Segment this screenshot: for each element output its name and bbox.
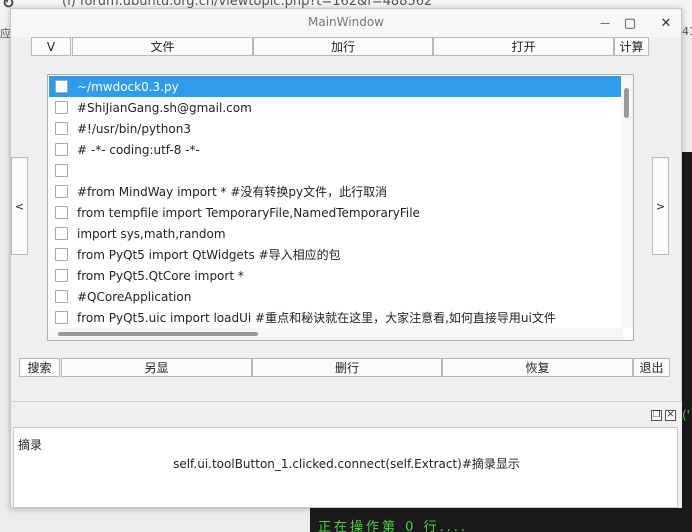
list-item-text: from PyQt5.uic import loadUi #重点和秘诀就在这里，… — [77, 311, 556, 325]
extract-code: self.ui.toolButton_1.clicked.connect(sel… — [173, 457, 520, 471]
list-item[interactable]: from PyQt5.uic import loadUi #重点和秘诀就在这里，… — [49, 307, 622, 328]
extract-text-area[interactable]: 摘录 self.ui.toolButton_1.clicked.connect(… — [13, 427, 678, 508]
list-item[interactable]: #ShiJianGang.sh@gmail.com — [49, 97, 622, 118]
list-item-checkbox[interactable] — [55, 227, 68, 240]
list-item-checkbox[interactable] — [55, 290, 68, 303]
list-item[interactable]: #from MindWay import * #没有转换py文件，此行取消 — [49, 181, 622, 202]
list-item-checkbox[interactable] — [55, 80, 68, 93]
list-item[interactable]: from PyQt5 import QtWidgets #导入相应的包 — [49, 244, 622, 265]
window-title: MainWindow — [308, 15, 384, 29]
close-icon: ✕ — [660, 15, 672, 31]
list-item-text: from PyQt5.QtCore import * — [77, 268, 244, 283]
prev-button[interactable]: < — [11, 157, 28, 255]
minimize-icon: — — [600, 17, 610, 29]
calc-button[interactable]: 计算 — [614, 37, 649, 56]
list-item-text: # -*- coding:utf-8 -*- — [77, 142, 200, 157]
list-item-text: from PyQt5 import QtWidgets #导入相应的包 — [77, 248, 341, 262]
horizontal-scrollbar[interactable] — [48, 328, 623, 340]
list-item-checkbox[interactable] — [55, 248, 68, 261]
list-item-checkbox[interactable] — [55, 269, 68, 282]
list-item-text: ~/mwdock0.3.py — [77, 79, 179, 94]
extract-label: 摘录 — [18, 438, 43, 452]
terminal-status: 正在操作第 0 行.... — [318, 520, 469, 532]
horizontal-scroll-thumb[interactable] — [58, 332, 258, 336]
list-item-text: #from MindWay import * #没有转换py文件，此行取消 — [77, 185, 388, 199]
search-button[interactable]: 搜索 — [19, 358, 60, 377]
list-item-text: import sys,math,random — [77, 226, 226, 241]
minimize-button[interactable]: — — [594, 13, 616, 33]
list-item-checkbox[interactable] — [55, 143, 68, 156]
list-item[interactable]: # -*- coding:utf-8 -*- — [49, 139, 622, 160]
list-item-checkbox[interactable] — [55, 101, 68, 114]
show-alt-button[interactable]: 另显 — [61, 358, 252, 377]
maximize-button[interactable]: ▢ — [619, 13, 641, 33]
list-item-checkbox[interactable] — [55, 206, 68, 219]
delete-row-button[interactable]: 删行 — [252, 358, 442, 377]
terminal-mark: (' — [682, 408, 690, 422]
list-item[interactable]: #!/usr/bin/python3 — [49, 118, 622, 139]
vertical-scroll-thumb[interactable] — [624, 88, 629, 118]
v-button[interactable]: V — [31, 37, 71, 56]
dock-close-icon[interactable]: ✕ — [665, 410, 676, 421]
main-window: MainWindow — ▢ ✕ V 文件 加行 打开 计算 < > from … — [10, 8, 682, 508]
next-button[interactable]: > — [652, 157, 669, 255]
vertical-scrollbar[interactable] — [621, 75, 633, 328]
list-item[interactable]: from PyQt5.QtCore import * — [49, 265, 622, 286]
list-item[interactable]: from tempfile import TemporaryFile,Named… — [49, 202, 622, 223]
list-item[interactable]: ~/mwdock0.3.py — [49, 76, 622, 97]
open-button[interactable]: 打开 — [433, 37, 614, 56]
list-item[interactable]: #QCoreApplication — [49, 286, 622, 307]
list-item-text: #!/usr/bin/python3 — [77, 121, 191, 136]
list-item[interactable] — [49, 160, 622, 181]
close-button[interactable]: ✕ — [655, 13, 677, 33]
list-item-text: #ShiJianGang.sh@gmail.com — [77, 100, 252, 115]
extract-dock: ❐ ✕ 摘录 self.ui.toolButton_1.clicked.conn… — [12, 401, 682, 508]
file-button[interactable]: 文件 — [72, 37, 253, 56]
code-list[interactable]: from PyQt5.uic import loadUi #重点和秘诀就在这里，… — [47, 74, 634, 341]
list-item-checkbox[interactable] — [55, 311, 68, 324]
list-item-text: from tempfile import TemporaryFile,Named… — [77, 205, 420, 220]
list-item[interactable]: import sys,math,random — [49, 223, 622, 244]
list-item-checkbox[interactable] — [55, 164, 68, 177]
list-item-checkbox[interactable] — [55, 122, 68, 135]
maximize-icon: ▢ — [623, 15, 637, 31]
list-item-text: #QCoreApplication — [77, 289, 192, 304]
list-item-checkbox[interactable] — [55, 185, 68, 198]
title-bar: MainWindow — ▢ ✕ — [11, 9, 681, 37]
background-text-right: 41 — [682, 25, 692, 38]
restore-button[interactable]: 恢复 — [442, 358, 633, 377]
exit-button[interactable]: 退出 — [633, 358, 670, 377]
float-icon[interactable]: ❐ — [651, 410, 662, 421]
add-row-button[interactable]: 加行 — [253, 37, 433, 56]
